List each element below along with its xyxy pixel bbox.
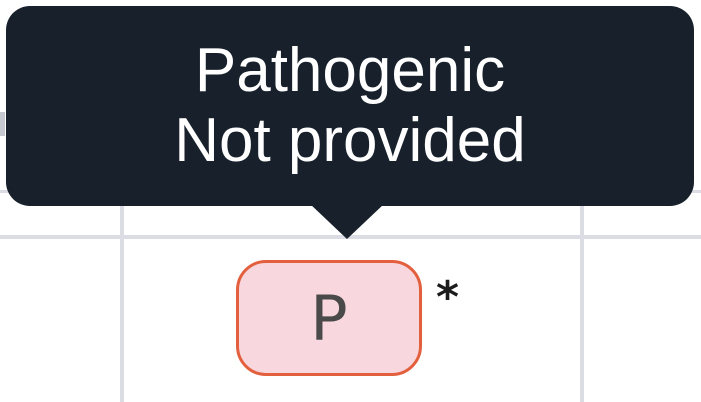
table-view: P * Pathogenic Not provided — [0, 0, 701, 402]
table-column-divider-1 — [120, 190, 124, 402]
classification-badge-label: P — [310, 281, 348, 355]
tooltip-arrow — [309, 203, 385, 239]
asterisk-marker: * — [436, 272, 460, 323]
table-cell-right — [584, 239, 701, 402]
table-cell-left — [0, 239, 120, 402]
tooltip-review-status-text: Not provided — [174, 106, 526, 175]
table-column-divider-2 — [580, 190, 584, 402]
classification-tooltip: Pathogenic Not provided — [6, 6, 694, 206]
table-header-fragment — [0, 112, 5, 136]
tooltip-classification-text: Pathogenic — [194, 36, 506, 105]
classification-badge[interactable]: P — [236, 260, 422, 376]
